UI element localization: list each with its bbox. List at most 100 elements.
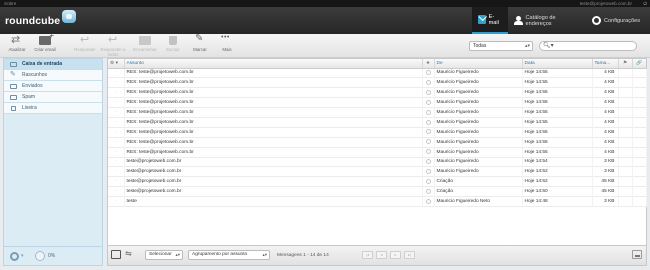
message-subject: RES: teste@projetoweb.com.br (124, 107, 423, 118)
message-from: Mauricio Figueiredo (434, 137, 523, 148)
message-date: Hoje 14:55 (522, 77, 593, 88)
nav-settings-label: Configurações (604, 17, 641, 24)
message-status-dot: · (108, 166, 125, 177)
flag-cell[interactable] (618, 107, 633, 118)
flag-cell[interactable] (618, 97, 633, 108)
more-icon (221, 34, 233, 45)
compose-button[interactable]: Criar email (32, 31, 58, 52)
status-icon[interactable] (422, 196, 435, 207)
message-status-dot: · (108, 117, 125, 128)
status-icon[interactable] (422, 97, 435, 108)
filter-select[interactable]: Todas ▴▾ (469, 41, 533, 51)
message-row[interactable]: · RES: teste@projetoweb.com.br Mauricio Fi… (108, 68, 647, 78)
message-row[interactable]: · teste@projetoweb.com.br Criação Hoje 14:5… (108, 186, 647, 197)
nav-mail[interactable]: E-mail (472, 7, 508, 34)
status-icon[interactable] (422, 147, 435, 158)
refresh-button[interactable]: Atualizar (4, 33, 30, 52)
flag-cell[interactable] (618, 127, 633, 138)
first-page-button[interactable]: |◂ (362, 251, 373, 259)
flag-cell[interactable] (618, 196, 633, 207)
search-icon[interactable]: 🔍︎▾ (543, 42, 554, 50)
message-row[interactable]: · RES: teste@projetoweb.com.br Mauricio Fi… (108, 77, 647, 88)
power-icon[interactable]: ⏻ (643, 0, 647, 7)
column-from[interactable]: De (434, 59, 523, 69)
status-icon[interactable] (422, 186, 435, 197)
message-row[interactable]: · RES: teste@projetoweb.com.br Mauricio Fi… (108, 87, 647, 98)
chevron-down-icon[interactable]: ▾ (21, 253, 24, 259)
flag-cell[interactable] (618, 157, 633, 167)
message-row[interactable]: · teste@projetoweb.com.br Mauricio Figueir… (108, 166, 647, 177)
preview-toggle-icon[interactable] (632, 250, 642, 259)
folder-sent[interactable]: Enviados (4, 81, 102, 92)
forward-button[interactable]: Encaminhar (132, 36, 158, 52)
column-attachment[interactable]: 🔗 (632, 59, 646, 69)
reply-all-icon (107, 33, 119, 46)
message-row[interactable]: · RES: teste@projetoweb.com.br Mauricio Fi… (108, 97, 647, 108)
column-size[interactable]: Tama... (592, 59, 619, 69)
column-date[interactable]: Data (522, 59, 593, 69)
flag-cell[interactable] (618, 186, 633, 197)
logo-cube-icon (62, 10, 76, 23)
column-subject[interactable]: Assunto (124, 59, 423, 69)
message-row[interactable]: · RES: teste@projetoweb.com.br Mauricio Fi… (108, 117, 647, 128)
status-icon[interactable] (422, 137, 435, 148)
delete-button[interactable]: Excluir (160, 36, 186, 52)
search-box[interactable]: 🔍︎▾ (539, 41, 637, 51)
attachment-cell (632, 147, 647, 158)
flag-cell[interactable] (618, 147, 633, 158)
next-page-button[interactable]: ▸ (390, 251, 401, 259)
column-status[interactable]: ★ (422, 59, 435, 69)
status-icon[interactable] (422, 166, 435, 177)
search-input[interactable] (554, 43, 634, 49)
threads-menu[interactable]: Agrupamento por assunto ▴▾ (188, 250, 270, 260)
column-flag[interactable]: ⚑ (618, 59, 633, 69)
flag-cell[interactable] (618, 166, 633, 177)
message-row[interactable]: · RES: teste@projetoweb.com.br Mauricio Fi… (108, 127, 647, 138)
list-options-gear-icon[interactable]: ⚙ ▾ (108, 59, 125, 69)
more-button[interactable]: Mais (214, 34, 240, 52)
status-icon[interactable] (422, 157, 435, 167)
flag-cell[interactable] (618, 77, 633, 88)
attachment-cell (632, 97, 647, 108)
last-page-button[interactable]: ▸| (404, 251, 415, 259)
status-icon[interactable] (422, 77, 435, 88)
flag-cell[interactable] (618, 87, 633, 98)
nav-settings[interactable]: Configurações (586, 7, 650, 34)
status-icon[interactable] (422, 87, 435, 98)
status-icon[interactable] (422, 117, 435, 128)
status-icon[interactable] (422, 176, 435, 187)
folder-options-gear-icon[interactable] (10, 252, 19, 261)
folder-spam[interactable]: Spam (4, 92, 102, 103)
reply-all-button[interactable]: Responder a todos (98, 33, 128, 57)
nav-contacts[interactable]: Catálogo de endereços (508, 7, 586, 34)
select-menu[interactable]: Selecionar ▴▾ (145, 250, 183, 260)
status-icon[interactable] (422, 127, 435, 138)
flag-cell[interactable] (618, 117, 633, 128)
flag-cell[interactable] (618, 176, 633, 187)
flag-cell[interactable] (618, 137, 633, 148)
list-header: ⚙ ▾ Assunto ★ De Data Tama... ⚑ 🔗 (108, 59, 646, 69)
message-row[interactable]: · teste Mauricio Figueiredo Neto Hoje 14:48… (108, 196, 647, 207)
attachment-cell (632, 137, 647, 148)
list-view-icon[interactable] (111, 250, 121, 259)
flag-cell[interactable] (618, 68, 633, 78)
mark-button[interactable]: Marcar (187, 33, 213, 52)
status-icon[interactable] (422, 107, 435, 118)
status-icon[interactable] (422, 68, 435, 78)
message-row[interactable]: · teste@projetoweb.com.br Criação Hoje 14:5… (108, 176, 647, 187)
folder-drafts[interactable]: Rascunhos (4, 69, 102, 81)
message-subject: RES: teste@projetoweb.com.br (124, 97, 423, 108)
delete-icon (169, 36, 177, 45)
message-row[interactable]: · RES: teste@projetoweb.com.br Mauricio Fi… (108, 107, 647, 118)
message-row[interactable]: · RES: teste@projetoweb.com.br Mauricio Fi… (108, 137, 647, 148)
prev-page-button[interactable]: ◂ (376, 251, 387, 259)
message-from: Criação (434, 186, 523, 197)
message-row[interactable]: · RES: teste@projetoweb.com.br Mauricio Fi… (108, 147, 647, 158)
attachment-cell (632, 157, 647, 167)
about-link[interactable]: Sobre (4, 0, 16, 7)
message-row[interactable]: · teste@projetoweb.com.br Mauricio Figueir… (108, 157, 647, 167)
folder-trash[interactable]: Lixeira (4, 103, 102, 114)
reply-button[interactable]: Responder (72, 33, 98, 52)
folder-inbox[interactable]: Caixa de entrada (4, 59, 102, 70)
thread-toggle-icon[interactable]: ⇋ (125, 249, 132, 258)
